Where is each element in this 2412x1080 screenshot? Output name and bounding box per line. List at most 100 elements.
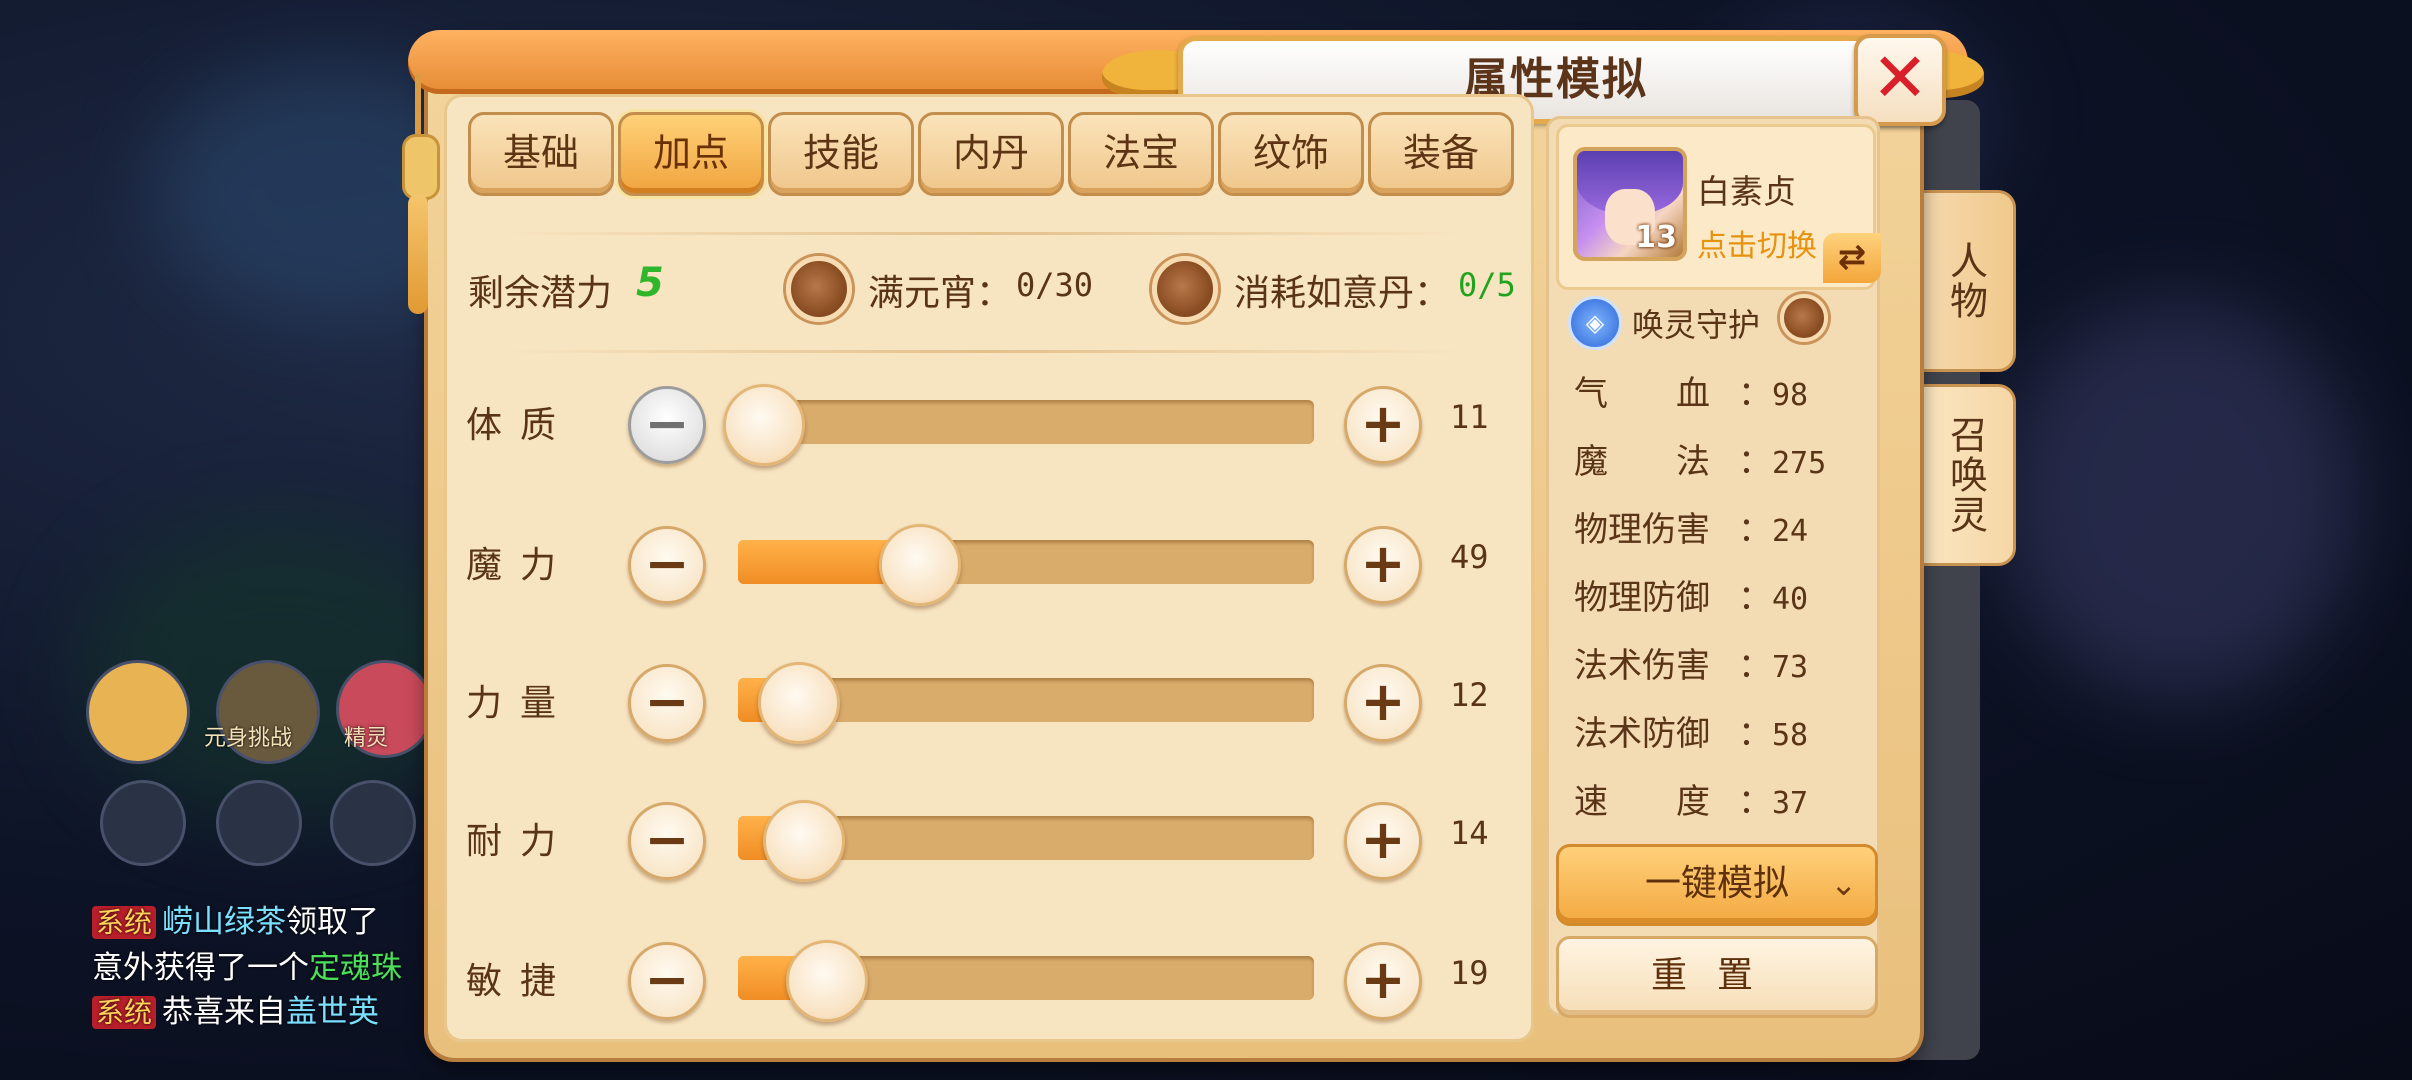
attribute-name: 体质 xyxy=(466,405,575,446)
attribute-value: 19 xyxy=(1450,954,1489,992)
tab-equipment[interactable]: 装备 xyxy=(1368,112,1514,196)
stat-value: 40 xyxy=(1772,582,1809,617)
increase-button[interactable]: + xyxy=(1344,386,1422,464)
stat-value: 24 xyxy=(1772,514,1809,549)
pet-name: 白素贞 xyxy=(1697,172,1796,211)
slider-thumb[interactable] xyxy=(878,524,961,606)
tassel-ornament xyxy=(396,74,440,324)
switch-pet-link[interactable]: 点击切换 xyxy=(1697,221,1817,265)
stat-name: 速 度 xyxy=(1574,782,1710,822)
tab-magic-treasure[interactable]: 法宝 xyxy=(1068,112,1214,196)
attribute-name: 敏捷 xyxy=(466,961,575,1002)
decrease-button[interactable]: − xyxy=(628,664,706,742)
slider-thumb[interactable] xyxy=(786,940,869,1022)
chat-text: 领取了 xyxy=(286,904,380,940)
chat-name[interactable]: 崂山绿茶 xyxy=(162,904,286,940)
chat-item-name[interactable]: 定魂珠 xyxy=(309,950,402,986)
chat-line: 系统 崂山绿茶领取了 xyxy=(92,896,379,941)
slider-thumb[interactable] xyxy=(763,800,846,882)
attribute-slider[interactable] xyxy=(723,384,1314,466)
increase-button[interactable]: + xyxy=(1344,664,1422,742)
yuanxiao-label: 满元宵： xyxy=(868,273,1013,314)
hud-mascot-icon[interactable] xyxy=(86,660,190,764)
stat-value: 73 xyxy=(1772,650,1809,685)
stat-name: 法术防御 xyxy=(1574,714,1710,754)
ruyidan-radio[interactable] xyxy=(1152,256,1218,322)
attribute-row-constitution: 体质 − + 11 xyxy=(444,378,1534,468)
potential-row: 剩余潜力 5 满元宵： 0/30 消耗如意丹： 0/5 xyxy=(444,224,1534,324)
stat-physical-damage: 物理伤害 ：24 xyxy=(1574,502,1808,551)
slider-thumb[interactable] xyxy=(723,384,806,466)
attribute-row-strength: 力量 − + 12 xyxy=(444,656,1534,746)
yuanxiao-count: 0/30 xyxy=(1016,266,1094,304)
pet-stats-panel: 13 白素贞 点击切换 ⇄ ◈ 唤灵守护 气 血：98 魔 法：275 物理伤害… xyxy=(1546,116,1881,1018)
yuanxiao-radio[interactable] xyxy=(786,256,852,322)
tassel-string xyxy=(415,74,421,136)
attribute-points-panel: 基础 加点 技能 内丹 法宝 纹饰 装备 剩余潜力 5 满元宵： 0/30 消耗… xyxy=(444,94,1534,1042)
side-tab-summon[interactable]: 召唤灵 xyxy=(1916,384,2016,566)
increase-button[interactable]: + xyxy=(1344,942,1422,1020)
attribute-slider[interactable] xyxy=(738,662,1314,744)
chat-text: 意外获得了一个 xyxy=(92,950,309,986)
stat-speed: 速 度：37 xyxy=(1574,774,1808,823)
tab-decoration[interactable]: 纹饰 xyxy=(1218,112,1364,196)
tab-skills[interactable]: 技能 xyxy=(768,112,914,196)
stat-physical-defense: 物理防御 ：40 xyxy=(1574,570,1808,619)
pet-card: 13 白素贞 点击切换 ⇄ xyxy=(1556,124,1881,290)
attribute-name: 魔力 xyxy=(466,545,575,586)
tab-basic[interactable]: 基础 xyxy=(468,112,614,196)
swap-icon[interactable]: ⇄ xyxy=(1823,233,1881,283)
decrease-button[interactable]: − xyxy=(628,386,706,464)
stat-name: 物理防御 xyxy=(1574,578,1710,618)
attribute-slider[interactable] xyxy=(738,940,1314,1022)
increase-button[interactable]: + xyxy=(1344,802,1422,880)
pet-avatar[interactable]: 13 xyxy=(1573,147,1687,261)
hud-challenge-label: 元身挑战 xyxy=(204,726,293,751)
background-glow xyxy=(2000,300,2360,700)
stat-name: 魔 法 xyxy=(1574,442,1710,482)
close-icon[interactable]: ✕ xyxy=(1854,34,1946,126)
guard-label: 唤灵守护 xyxy=(1632,306,1761,344)
ruyidan-label: 消耗如意丹： xyxy=(1234,273,1451,314)
decrease-button[interactable]: − xyxy=(628,526,706,604)
decrease-button[interactable]: − xyxy=(628,802,706,880)
attribute-row-endurance: 耐力 − + 14 xyxy=(444,794,1534,884)
tab-add-points[interactable]: 加点 xyxy=(618,112,764,196)
attribute-row-magic: 魔力 − + 49 xyxy=(444,518,1534,608)
attribute-name: 力量 xyxy=(466,683,575,724)
chat-text: 恭喜来自 xyxy=(162,994,287,1030)
decrease-button[interactable]: − xyxy=(628,942,706,1020)
tab-inner-core[interactable]: 内丹 xyxy=(918,112,1064,196)
guard-shield-icon: ◈ xyxy=(1568,296,1622,350)
chat-line: 意外获得了一个定魂珠 xyxy=(92,942,402,987)
hud-elf-label: 精灵 xyxy=(344,726,389,751)
chat-tag: 系统 xyxy=(92,906,157,939)
chevron-down-icon[interactable]: ⌄ xyxy=(1830,847,1857,921)
attribute-name: 耐力 xyxy=(466,821,575,862)
increase-button[interactable]: + xyxy=(1344,526,1422,604)
divider xyxy=(504,350,1464,353)
tassel-fringe xyxy=(408,194,428,314)
remaining-potential-label: 剩余潜力 xyxy=(468,273,613,314)
slider-thumb[interactable] xyxy=(757,662,840,744)
guard-radio[interactable] xyxy=(1780,294,1828,342)
attribute-slider[interactable] xyxy=(738,524,1314,606)
attribute-value: 11 xyxy=(1450,398,1489,436)
stat-magic-damage: 法术伤害 ：73 xyxy=(1574,638,1808,687)
chat-bubble-icon[interactable] xyxy=(100,780,186,866)
stat-value: 98 xyxy=(1772,378,1809,413)
one-click-simulate-button[interactable]: 一键模拟 ⌄ xyxy=(1556,844,1878,926)
tassel-knot xyxy=(402,134,440,200)
chat-name[interactable]: 盖世英 xyxy=(286,994,379,1030)
voice-world-icon[interactable] xyxy=(216,780,302,866)
attribute-slider[interactable] xyxy=(738,800,1314,882)
stat-name: 气 血 xyxy=(1574,374,1710,414)
pet-level: 13 xyxy=(1635,220,1677,255)
ruyidan-count: 0/5 xyxy=(1458,266,1516,304)
reset-button[interactable]: 重置 xyxy=(1556,936,1878,1018)
voice-team-icon[interactable] xyxy=(330,780,416,866)
stat-hp: 气 血：98 xyxy=(1574,366,1808,415)
side-tab-character[interactable]: 人物 xyxy=(1916,190,2016,372)
stat-mp: 魔 法：275 xyxy=(1574,434,1826,483)
attribute-value: 12 xyxy=(1450,676,1489,714)
